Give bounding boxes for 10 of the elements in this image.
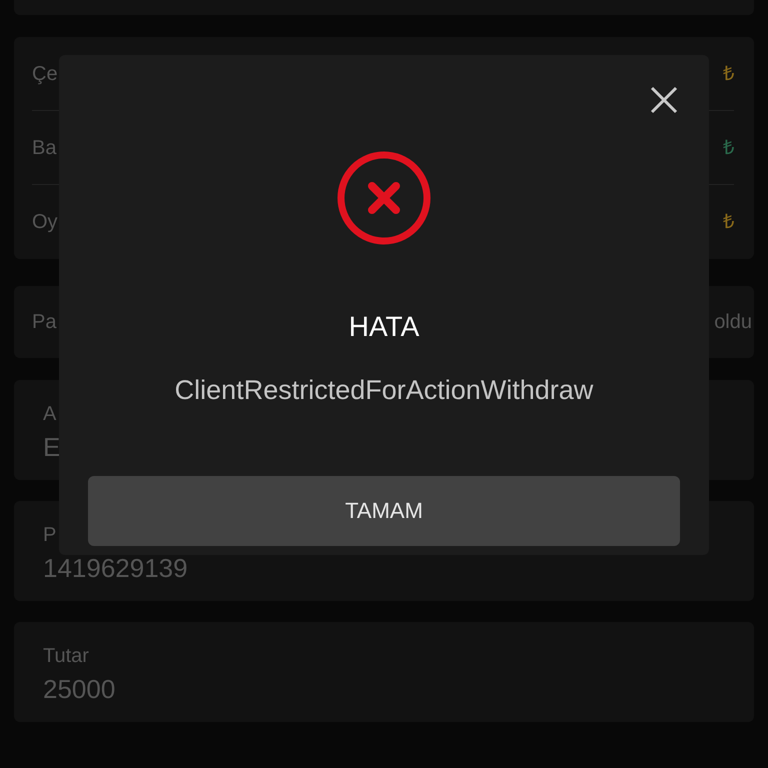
row-label: Pa bbox=[32, 310, 56, 335]
amount-text: ₺ bbox=[723, 136, 734, 160]
amount-text: ₺ bbox=[723, 62, 734, 86]
row-text: oldu bbox=[714, 310, 752, 335]
amount-text: ₺ bbox=[723, 210, 734, 235]
dialog-title: HATA bbox=[348, 310, 420, 344]
row-label: Oy bbox=[32, 210, 58, 235]
row-label: Ba bbox=[32, 136, 56, 160]
row-label: Çe bbox=[32, 62, 58, 86]
error-message: ClientRestrictedForActionWithdraw bbox=[174, 374, 594, 407]
